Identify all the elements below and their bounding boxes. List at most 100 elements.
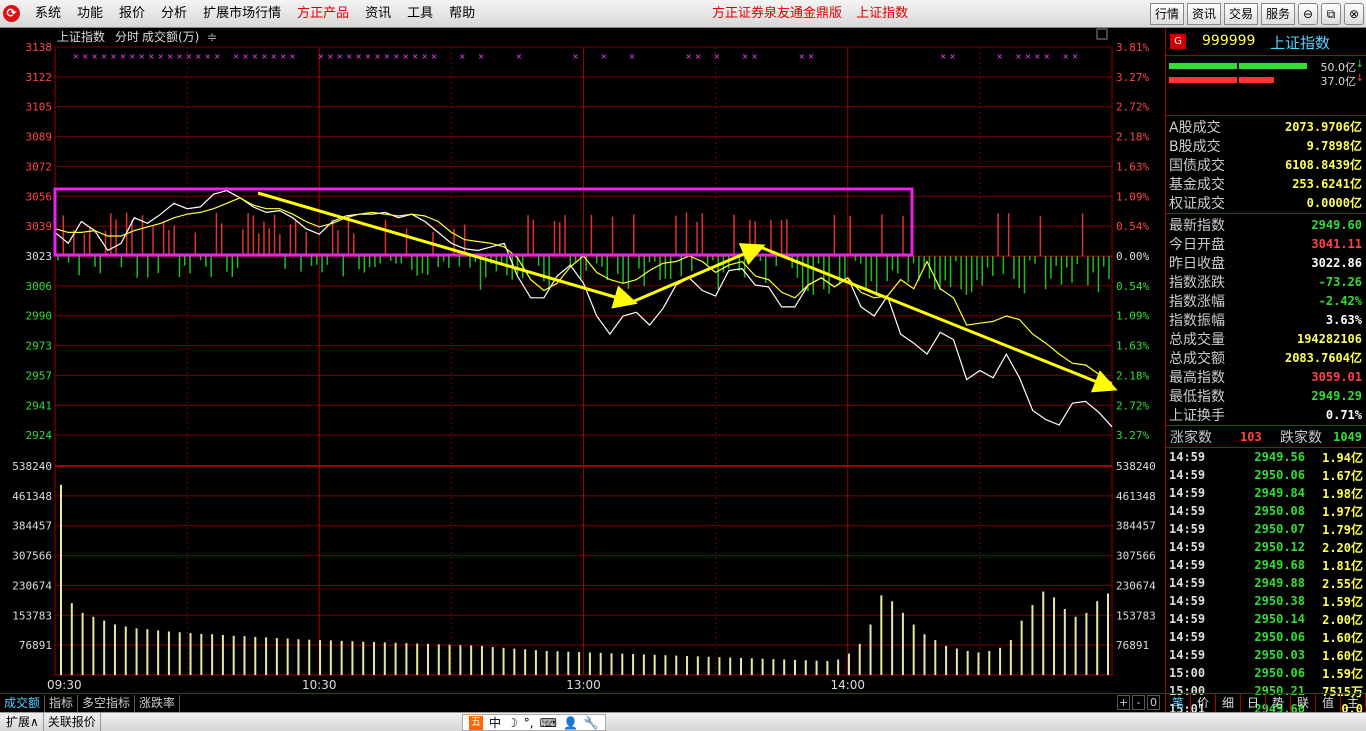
tick-time: 14:59 — [1169, 648, 1206, 662]
tick-row[interactable]: 14:59 2949.88 2.55亿 — [1166, 574, 1366, 592]
intraday-chart[interactable]: 3138 3.81% 3122 3.27% 3105 2.72% 3089 2.18% 3072… — [0, 28, 1164, 693]
tick-row[interactable]: 14:59 2950.14 2.00亿 — [1166, 610, 1366, 628]
price-tick-label: 3023 — [26, 250, 53, 263]
tick-amount: 2.00亿 — [1322, 612, 1363, 627]
quote-button[interactable]: 行情 — [1149, 3, 1184, 25]
panel-tab[interactable]: 日 — [1241, 694, 1266, 713]
tick-price: 2950.03 — [1254, 648, 1305, 662]
panel-tab[interactable]: 笔 — [1166, 694, 1191, 713]
tab-long-short[interactable]: 多空指标 — [78, 694, 136, 712]
expand-button[interactable]: 扩展∧ — [2, 713, 44, 731]
restore-icon[interactable]: ⧉ — [1321, 3, 1341, 25]
tick-row[interactable]: 15:00 2950.06 1.59亿 — [1166, 664, 1366, 682]
minimize-icon[interactable]: ⊖ — [1298, 3, 1318, 25]
menu-extended-market[interactable]: 扩展市场行情 — [195, 0, 289, 28]
tick-price: 2950.38 — [1254, 594, 1305, 608]
tick-amount: 1.79亿 — [1322, 522, 1363, 537]
tick-row[interactable]: 14:59 2949.56 1.94亿 — [1166, 448, 1366, 466]
tick-time: 14:59 — [1169, 540, 1206, 554]
window-caption: 方正证券泉友通金鼎版 上证指数 — [712, 0, 918, 28]
tick-time: 14:59 — [1169, 558, 1206, 572]
zoom-out-button[interactable]: - — [1132, 695, 1145, 710]
menu-products[interactable]: 方正产品 — [289, 0, 357, 28]
user-icon[interactable]: 👤 — [563, 716, 578, 730]
time-tick-label: 09:30 — [47, 678, 82, 692]
zoom-in-button[interactable]: + — [1117, 695, 1130, 710]
event-mark: × — [148, 52, 155, 61]
related-quote-button[interactable]: 关联报价 — [44, 713, 101, 731]
price-tick-label: 3089 — [26, 131, 53, 144]
indicator-tabs: 成交额 指标 多空指标 涨跌率 + - 0 — [0, 693, 1164, 712]
menu-analysis[interactable]: 分析 — [153, 0, 195, 28]
tick-row[interactable]: 14:59 2950.06 1.67亿 — [1166, 466, 1366, 484]
quote-stat-label: 指数涨跌 — [1169, 274, 1225, 291]
volume-tick-label: 384457 — [12, 520, 52, 533]
event-mark: × — [91, 52, 98, 61]
tick-row[interactable]: 14:59 2950.07 1.79亿 — [1166, 520, 1366, 538]
event-mark: × — [270, 52, 277, 61]
panel-tab[interactable]: 联 — [1291, 694, 1316, 713]
tick-row[interactable]: 14:59 2950.03 1.60亿 — [1166, 646, 1366, 664]
ime-chinese-mode[interactable]: 中 — [489, 714, 501, 731]
ime-logo-icon[interactable]: 五 — [469, 715, 483, 730]
tick-row[interactable]: 14:59 2949.84 1.98亿 — [1166, 484, 1366, 502]
tab-advance-decline[interactable]: 涨跌率 — [135, 694, 181, 712]
quote-stat-value: -2.42% — [1318, 293, 1362, 308]
tab-turnover[interactable]: 成交额 — [0, 694, 46, 712]
chart-maximize-icon[interactable] — [1096, 28, 1108, 40]
event-mark: × — [949, 52, 956, 61]
menu-function[interactable]: 功能 — [69, 0, 111, 28]
volume-bars — [60, 484, 1109, 675]
volume-tick-label-right: 153783 — [1116, 609, 1156, 622]
tick-time: 15:00 — [1169, 666, 1206, 680]
quote-stat: 今日开盘 3041.11 — [1166, 234, 1366, 253]
panel-tab[interactable]: 价 — [1191, 694, 1216, 713]
tick-row[interactable]: 14:59 2950.08 1.97亿 — [1166, 502, 1366, 520]
event-mark: × — [940, 52, 947, 61]
zoom-reset-button[interactable]: 0 — [1147, 695, 1160, 710]
quote-stat-value: 194282106 — [1296, 331, 1362, 346]
event-mark: × — [1015, 52, 1022, 61]
panel-tab[interactable]: 细 — [1216, 694, 1241, 713]
pct-tick-label: 0.54% — [1116, 220, 1149, 233]
menu-news[interactable]: 资讯 — [357, 0, 399, 28]
menu-quote[interactable]: 报价 — [111, 0, 153, 28]
indicator-toggle-icon[interactable]: ≑ — [207, 30, 217, 44]
chart-indicator: 成交额(万) — [142, 29, 199, 44]
menu-help[interactable]: 帮助 — [441, 0, 483, 28]
punctuation-icon[interactable]: °, — [524, 716, 534, 730]
wrench-icon[interactable]: 🔧 — [584, 716, 599, 730]
tick-row[interactable]: 14:59 2950.06 1.60亿 — [1166, 628, 1366, 646]
volume-tick-label: 153783 — [12, 609, 52, 622]
quote-stat-value: 2949.29 — [1311, 388, 1362, 403]
pct-tick-label: 2.18% — [1116, 369, 1149, 382]
menu-tools[interactable]: 工具 — [399, 0, 441, 28]
news-button[interactable]: 资讯 — [1186, 3, 1221, 25]
window-buttons: 行情 资讯 交易 服务 ⊖ ⧉ ⊗ — [1149, 3, 1364, 25]
event-mark: × — [393, 52, 400, 61]
tab-indicator[interactable]: 指标 — [45, 694, 79, 712]
tick-row[interactable]: 14:59 2949.68 1.81亿 — [1166, 556, 1366, 574]
intraday-chart-area[interactable]: 3138 3.81% 3122 3.27% 3105 2.72% 3089 2.18% 3072… — [0, 28, 1164, 693]
tick-row[interactable]: 14:59 2950.12 2.20亿 — [1166, 538, 1366, 556]
volume-tick-label: 230674 — [12, 579, 52, 592]
tick-row[interactable]: 14:59 2950.38 1.59亿 — [1166, 592, 1366, 610]
close-icon[interactable]: ⊗ — [1344, 3, 1364, 25]
menu-system[interactable]: 系统 — [27, 0, 69, 28]
panel-tab[interactable]: 值 — [1316, 694, 1341, 713]
quote-stat-label: 昨日收盘 — [1169, 255, 1225, 272]
up-count: 103 — [1240, 429, 1262, 444]
keyboard-icon[interactable]: ⌨ — [540, 716, 557, 730]
moon-icon[interactable]: ☽ — [507, 716, 518, 730]
pct-tick-label: 1.63% — [1116, 160, 1149, 173]
service-button[interactable]: 服务 — [1260, 3, 1295, 25]
event-mark: × — [195, 52, 202, 61]
panel-tab[interactable]: 势 — [1266, 694, 1291, 713]
trade-button[interactable]: 交易 — [1223, 3, 1258, 25]
index-info-panel: G 999999 上证指数 50.0亿 ↓ 37.0亿 ↓ A股成交 2073.9… — [1165, 28, 1366, 716]
quote-stat-value: 3.63% — [1325, 312, 1362, 327]
breadth-row: 涨家数 103 跌家数 1049 — [1166, 426, 1366, 448]
price-tick-label: 2941 — [26, 399, 53, 412]
panel-tab[interactable]: 主 — [1341, 694, 1366, 713]
quote-stat-value: -73.26 — [1318, 274, 1362, 289]
